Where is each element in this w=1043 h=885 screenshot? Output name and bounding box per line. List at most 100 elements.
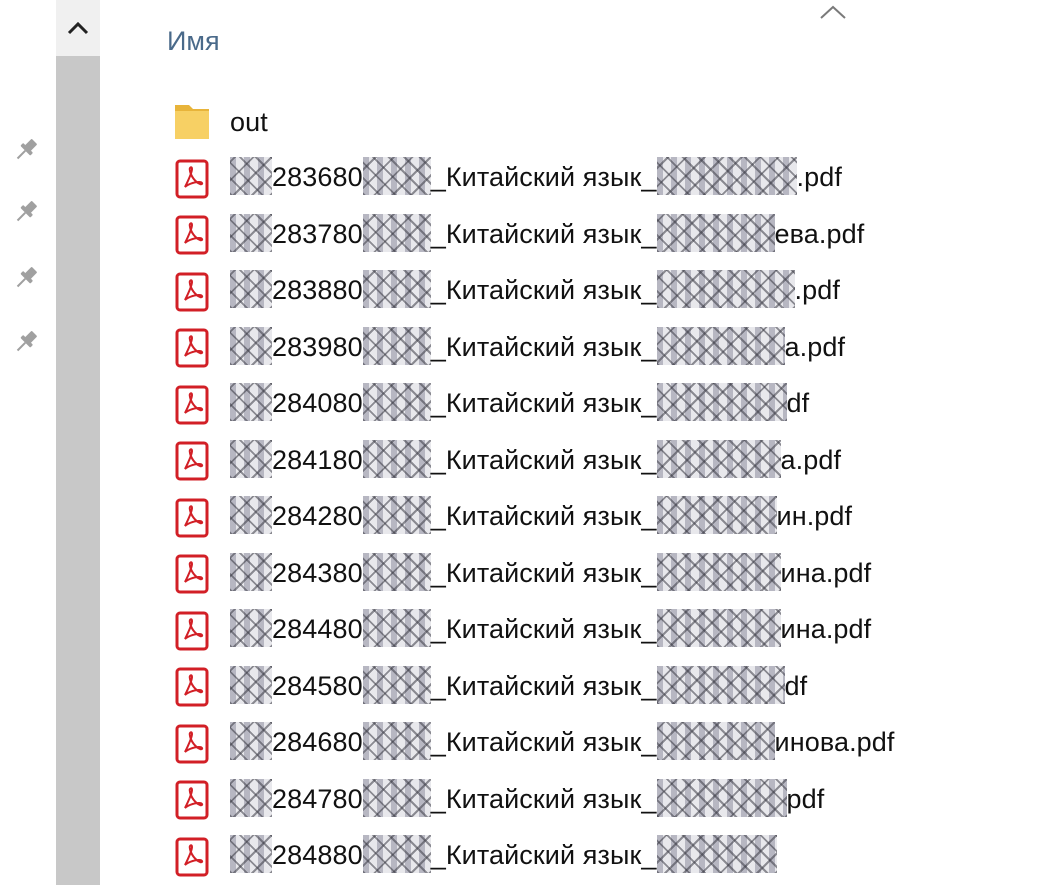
redacted-block [362, 496, 431, 535]
nav-scrollbar-thumb[interactable] [56, 56, 100, 885]
file-name-text: out [230, 106, 268, 137]
file-name[interactable]: 284480 _Китайский язык_ ина.pdf [230, 609, 872, 648]
pdf-icon [172, 836, 212, 878]
file-name-part: _Китайский язык_ [430, 727, 657, 758]
redacted-block [230, 778, 272, 817]
file-name[interactable]: 283680 _Китайский язык_ .pdf [230, 157, 842, 196]
file-name[interactable]: 284880 _Китайский язык_ [230, 835, 777, 874]
file-name[interactable]: 284280 _Китайский язык_ ин.pdf [230, 496, 853, 535]
pdf-icon [172, 327, 212, 369]
file-name[interactable]: 284180 _Китайский язык_ a.pdf [230, 439, 842, 478]
redacted-block [362, 552, 431, 591]
pdf-icon [175, 498, 209, 538]
pdf-icon [175, 215, 209, 255]
file-name-part: .pdf [796, 162, 842, 193]
folder-icon [175, 105, 209, 140]
file-name-part: 284280 [272, 501, 363, 532]
file-name[interactable]: 284380 _Китайский язык_ ина.pdf [230, 552, 872, 591]
file-row[interactable]: 283680 _Китайский язык_ .pdf [172, 151, 1042, 208]
redacted-block [656, 326, 785, 365]
sort-ascending-icon[interactable] [816, 2, 850, 22]
file-row[interactable]: 284080 _Китайский язык_ df [172, 377, 1042, 434]
file-name[interactable]: 283980 _Китайский язык_ a.pdf [230, 326, 846, 365]
file-name-part: ина.pdf [780, 614, 872, 645]
file-name-part: a.pdf [784, 331, 846, 362]
file-name-part: _Китайский язык_ [430, 783, 657, 814]
name-column-header[interactable]: Имя [167, 26, 220, 57]
file-name[interactable]: 284580 _Китайский язык_ df [230, 665, 807, 704]
pdf-icon [172, 158, 212, 200]
file-row[interactable]: 284680 _Китайский язык_ инова.pdf [172, 716, 1042, 773]
file-row[interactable]: 283980 _Китайский язык_ a.pdf [172, 320, 1042, 377]
file-name-part: 284580 [272, 670, 363, 701]
pin-icon[interactable] [10, 134, 42, 166]
redacted-block [362, 439, 431, 478]
redacted-block [656, 270, 795, 309]
file-name-part: 284480 [272, 614, 363, 645]
pdf-icon [175, 724, 209, 764]
file-name-part: _Китайский язык_ [430, 331, 657, 362]
pdf-icon [175, 272, 209, 312]
folder-row[interactable]: out [172, 94, 1042, 151]
file-row[interactable]: 284780 _Китайский язык_ pdf [172, 772, 1042, 829]
redacted-block [656, 722, 775, 761]
file-row[interactable]: 283780 _Китайский язык_ ева.pdf [172, 207, 1042, 264]
file-name-part: _Китайский язык_ [430, 218, 657, 249]
file-name[interactable]: 284680 _Китайский язык_ инова.pdf [230, 722, 895, 761]
file-list-pane: Имя out 283680 _Китайский язык_ .pdf 283780 _… [100, 0, 1043, 885]
file-name-part: _Китайский язык_ [430, 275, 657, 306]
redacted-block [362, 270, 431, 309]
file-list: out 283680 _Китайский язык_ .pdf 283780 _Кита… [172, 94, 1042, 885]
redacted-block [656, 157, 797, 196]
file-name-part: _Китайский язык_ [430, 444, 657, 475]
file-row[interactable]: 284280 _Китайский язык_ ин.pdf [172, 490, 1042, 547]
pdf-icon [175, 667, 209, 707]
redacted-block [230, 270, 272, 309]
pdf-icon [172, 553, 212, 595]
pin-icon[interactable] [10, 326, 42, 358]
redacted-block [362, 609, 431, 648]
pdf-icon [175, 328, 209, 368]
scroll-up-button[interactable] [56, 0, 100, 56]
file-name-part: 284780 [272, 783, 363, 814]
redacted-block [656, 213, 775, 252]
redacted-block [656, 665, 785, 704]
file-name[interactable]: 284780 _Китайский язык_ pdf [230, 778, 825, 817]
file-name-part: 283780 [272, 218, 363, 249]
file-name-part: _Китайский язык_ [430, 162, 657, 193]
navigation-pane [0, 0, 100, 885]
file-name-part: ин.pdf [776, 501, 853, 532]
file-name-part: a.pdf [780, 444, 842, 475]
redacted-block [656, 552, 781, 591]
pin-icon[interactable] [10, 196, 42, 228]
file-name-part: 284080 [272, 388, 363, 419]
file-name[interactable]: 283780 _Китайский язык_ ева.pdf [230, 213, 864, 252]
file-row[interactable]: 283880 _Китайский язык_ .pdf [172, 264, 1042, 321]
redacted-block [230, 496, 272, 535]
file-name-part: pdf [786, 783, 825, 814]
pdf-icon [175, 554, 209, 594]
redacted-block [656, 609, 781, 648]
file-row[interactable]: 284380 _Китайский язык_ ина.pdf [172, 546, 1042, 603]
pdf-icon [172, 497, 212, 539]
file-name-part: ина.pdf [780, 557, 872, 588]
redacted-block [656, 778, 787, 817]
redacted-block [230, 439, 272, 478]
redacted-block [230, 665, 272, 704]
pin-icon[interactable] [10, 262, 42, 294]
pdf-icon [175, 159, 209, 199]
file-name-part: .pdf [794, 275, 840, 306]
file-row[interactable]: 284180 _Китайский язык_ a.pdf [172, 433, 1042, 490]
redacted-block [230, 609, 272, 648]
file-name[interactable]: 283880 _Китайский язык_ .pdf [230, 270, 840, 309]
redacted-block [230, 835, 272, 874]
file-row[interactable]: 284880 _Китайский язык_ [172, 829, 1042, 885]
file-row[interactable]: 284580 _Китайский язык_ df [172, 659, 1042, 716]
pdf-icon [172, 779, 212, 821]
pdf-icon [172, 723, 212, 765]
file-row[interactable]: 284480 _Китайский язык_ ина.pdf [172, 603, 1042, 660]
pdf-icon [175, 611, 209, 651]
file-name[interactable]: out [230, 107, 268, 138]
redacted-block [656, 383, 787, 422]
file-name[interactable]: 284080 _Китайский язык_ df [230, 383, 809, 422]
